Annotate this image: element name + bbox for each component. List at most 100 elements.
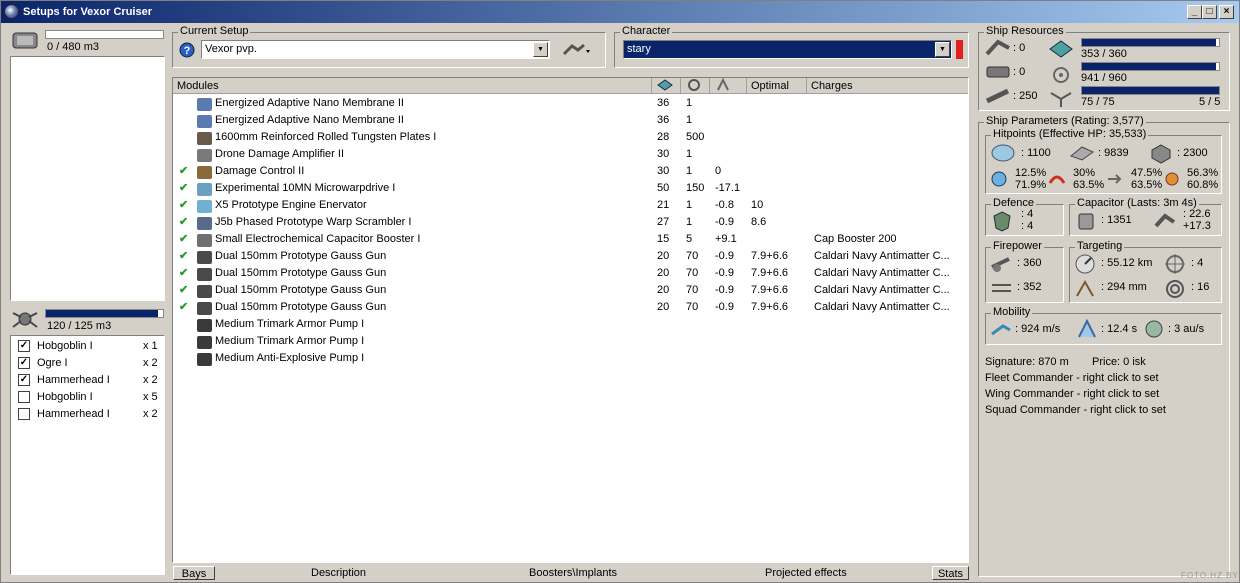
module-icon	[197, 112, 215, 129]
module-c3: -0.9	[715, 284, 734, 296]
drone-checkbox[interactable]: ✓	[18, 374, 30, 386]
window-title: Setups for Vexor Cruiser	[23, 6, 152, 18]
module-row[interactable]: Energized Adaptive Nano Membrane II 36 1	[173, 95, 968, 112]
maximize-button[interactable]: □	[1202, 5, 1217, 19]
cpu-icon	[657, 79, 673, 91]
character-select[interactable]: stary ▼	[623, 40, 952, 59]
minimize-button[interactable]: _	[1187, 5, 1202, 19]
targeting-range: : 55.12 km	[1101, 257, 1153, 269]
module-row[interactable]: ✔ Experimental 10MN Microwarpdrive I 50 150…	[173, 180, 968, 197]
module-c1: 20	[657, 301, 670, 313]
tab-description[interactable]: Description	[311, 566, 366, 580]
tab-projected-effects[interactable]: Projected effects	[765, 566, 847, 580]
module-row[interactable]: ✔ X5 Prototype Engine Enervator 21 1 -0.8 10	[173, 197, 968, 214]
drone-name: Hammerhead I	[37, 374, 110, 386]
module-row[interactable]: Medium Trimark Armor Pump I	[173, 333, 968, 350]
ship-parameters-label: Ship Parameters (Rating: 3,577)	[984, 115, 1146, 127]
calibration-icon	[985, 88, 1010, 104]
tab-boosters-implants[interactable]: Boosters\Implants	[529, 566, 617, 580]
cargo-list[interactable]	[10, 56, 165, 301]
drone-checkbox[interactable]: ✓	[18, 340, 30, 352]
module-row[interactable]: ✔ Dual 150mm Prototype Gauss Gun 20 70 -0.9 7…	[173, 248, 968, 265]
warp-speed-icon	[1145, 320, 1163, 338]
module-c3: -0.9	[715, 216, 734, 228]
module-icon	[197, 333, 215, 350]
setup-select[interactable]: Vexor pvp. ▼	[201, 40, 550, 59]
capacitor-delta: +17.3	[1183, 220, 1211, 232]
help-icon[interactable]: ?	[179, 42, 195, 58]
drone-checkbox[interactable]	[18, 391, 30, 403]
module-row[interactable]: Medium Anti-Explosive Pump I	[173, 350, 968, 367]
cargo-volume: 0 / 480 m3	[47, 41, 99, 53]
module-row[interactable]: Energized Adaptive Nano Membrane II 36 1	[173, 112, 968, 129]
drone-list[interactable]: ✓ Hobgoblin I x 1 ✓ Ogre I x 2 ✓ Hammerhead I x …	[10, 335, 165, 575]
drone-checkbox[interactable]	[18, 408, 30, 420]
hull-hp: : 2300	[1177, 147, 1208, 159]
module-row[interactable]: ✔ Dual 150mm Prototype Gauss Gun 20 70 -0.9 7…	[173, 265, 968, 282]
title-bar: Setups for Vexor Cruiser	[1, 1, 1239, 23]
drone-name: Hammerhead I	[37, 408, 110, 420]
signature-radius: Signature: 870 m	[985, 356, 1069, 368]
module-row[interactable]: ✔ Dual 150mm Prototype Gauss Gun 20 70 -0.9 7…	[173, 299, 968, 316]
module-row[interactable]: 1600mm Reinforced Rolled Tungsten Plates…	[173, 129, 968, 146]
col-header-optimal[interactable]: Optimal	[747, 78, 807, 94]
module-name: 1600mm Reinforced Rolled Tungsten Plates…	[215, 131, 437, 143]
module-name: Dual 150mm Prototype Gauss Gun	[215, 284, 387, 296]
modules-list[interactable]: Modules Optimal Charges Energized Adapti…	[172, 77, 969, 563]
capacitor-label: Capacitor (Lasts: 3m 4s)	[1075, 197, 1199, 209]
col-header-charges[interactable]: Charges	[807, 78, 968, 94]
drone-name: Hobgoblin I	[37, 340, 93, 352]
module-c1: 28	[657, 131, 670, 143]
module-icon	[197, 180, 215, 197]
capacitor-icon	[717, 78, 729, 91]
squad-commander[interactable]: Squad Commander - right click to set	[985, 404, 1166, 416]
module-row[interactable]: ✔ Small Electrochemical Capacitor Booster…	[173, 231, 968, 248]
col-header-modules[interactable]: Modules	[173, 78, 652, 94]
firepower-label: Firepower	[991, 240, 1044, 252]
max-velocity: : 924 m/s	[1015, 323, 1061, 335]
close-button[interactable]: ×	[1219, 5, 1234, 19]
module-name: J5b Phased Prototype Warp Scrambler I	[215, 216, 412, 228]
module-c1: 21	[657, 199, 670, 211]
em-resist-armor: 71.9%	[1015, 179, 1047, 191]
fleet-commander[interactable]: Fleet Commander - right click to set	[985, 372, 1159, 384]
module-name: Dual 150mm Prototype Gauss Gun	[215, 267, 387, 279]
drone-item[interactable]: ✓ Hammerhead I x 2	[11, 372, 164, 389]
module-row[interactable]: ✔ Dual 150mm Prototype Gauss Gun 20 70 -0.9 7…	[173, 282, 968, 299]
targeting-label: Targeting	[1075, 240, 1125, 252]
wing-commander[interactable]: Wing Commander - right click to set	[985, 388, 1159, 400]
col-header-cpu[interactable]	[652, 78, 681, 94]
col-header-capacitor[interactable]	[710, 78, 747, 94]
module-icon	[197, 197, 215, 214]
module-c2: 1	[686, 216, 693, 228]
module-icon	[197, 214, 215, 231]
module-name: Medium Trimark Armor Pump I	[215, 318, 365, 330]
drone-item[interactable]: ✓ Hobgoblin I x 1	[11, 338, 164, 355]
app-icon	[4, 4, 19, 19]
max-targets-icon	[1165, 254, 1185, 274]
ship-menu-icon[interactable]	[562, 42, 592, 58]
module-icon	[197, 163, 215, 180]
module-optimal: 7.9+6.6	[751, 267, 789, 279]
module-c1: 50	[657, 182, 670, 194]
module-row[interactable]: Drone Damage Amplifier II 30 1	[173, 146, 968, 163]
drone-name: Ogre I	[37, 357, 68, 369]
tab-stats[interactable]: Stats	[932, 566, 969, 580]
drone-checkbox[interactable]: ✓	[18, 357, 30, 369]
module-c1: 15	[657, 233, 670, 245]
module-row[interactable]: ✔ Damage Control II 30 1 0	[173, 163, 968, 180]
align-time: : 12.4 s	[1101, 323, 1138, 335]
module-row[interactable]: Medium Trimark Armor Pump I	[173, 316, 968, 333]
fitted-check-icon: ✔	[179, 216, 189, 228]
module-row[interactable]: ✔ J5b Phased Prototype Warp Scrambler I 27…	[173, 214, 968, 231]
module-c2: 1	[686, 97, 693, 109]
tab-bays[interactable]: Bays	[173, 566, 215, 580]
module-name: Small Electrochemical Capacitor Booster …	[215, 233, 421, 245]
module-c3: -0.8	[715, 199, 734, 211]
col-header-powergrid[interactable]	[681, 78, 710, 94]
drone-item[interactable]: Hammerhead I x 2	[11, 406, 164, 423]
drone-item[interactable]: Hobgoblin I x 5	[11, 389, 164, 406]
module-name: Dual 150mm Prototype Gauss Gun	[215, 250, 387, 262]
chevron-down-icon: ▼	[533, 42, 548, 57]
drone-item[interactable]: ✓ Ogre I x 2	[11, 355, 164, 372]
